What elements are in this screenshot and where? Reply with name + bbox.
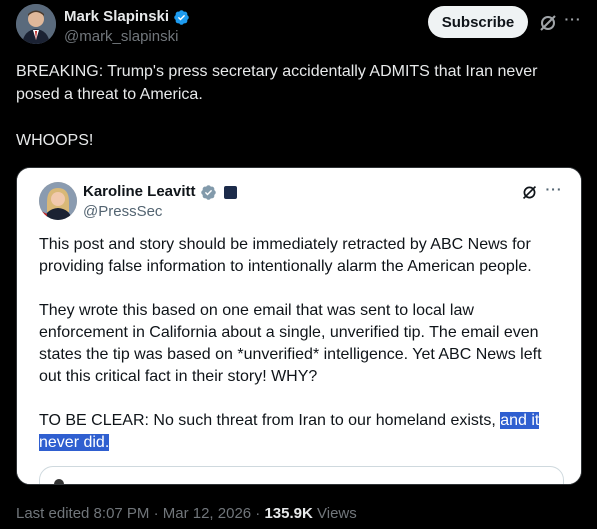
tweet-paragraph: WHOOPS! xyxy=(16,132,94,149)
edited-timestamp[interactable]: Last edited 8:07 PM · Mar 12, 2026 · xyxy=(16,505,264,522)
quoted-post: Karoline Leavitt @PressSec ··· This post… xyxy=(17,168,581,484)
embedded-screenshot[interactable]: Karoline Leavitt @PressSec ··· This post… xyxy=(16,167,582,485)
quoted-paragraph: TO BE CLEAR: No such threat from Iran to… xyxy=(39,410,564,454)
quoted-avatar xyxy=(39,182,77,220)
views-label: Views xyxy=(312,505,357,522)
grok-icon[interactable] xyxy=(538,13,558,33)
subscribe-button[interactable]: Subscribe xyxy=(428,6,528,38)
quoted-author-name: Karoline Leavitt xyxy=(83,183,196,200)
gray-verified-badge-icon xyxy=(200,184,216,200)
post-header: Mark Slapinski @mark_slapinski Subscribe… xyxy=(16,4,585,48)
author-block: Mark Slapinski @mark_slapinski xyxy=(64,8,190,47)
avatar[interactable] xyxy=(16,4,56,44)
government-badge-icon xyxy=(223,185,237,199)
nested-avatar xyxy=(54,479,64,484)
views-count: 135.9K xyxy=(264,505,313,522)
quoted-author-handle: @PressSec xyxy=(83,203,163,220)
post-metadata: Last edited 8:07 PM · Mar 12, 2026 · 135… xyxy=(16,505,357,523)
quoted-paragraph-text: TO BE CLEAR: No such threat from Iran to… xyxy=(39,412,501,429)
more-options-icon[interactable]: ··· xyxy=(563,12,583,32)
tweet-text: BREAKING: Trump's press secretary accide… xyxy=(16,60,576,175)
more-options-icon: ··· xyxy=(545,181,563,197)
verified-badge-icon xyxy=(174,9,189,25)
quoted-paragraph: This post and story should be immediatel… xyxy=(39,236,532,275)
author-name[interactable]: Mark Slapinski xyxy=(64,8,169,26)
nested-card xyxy=(39,466,564,484)
quoted-paragraph: They wrote this based on one email that … xyxy=(39,302,542,385)
quoted-text: This post and story should be immediatel… xyxy=(39,234,564,476)
grok-icon xyxy=(522,185,537,200)
tweet-paragraph: BREAKING: Trump's press secretary accide… xyxy=(16,63,538,103)
author-handle[interactable]: @mark_slapinski xyxy=(64,27,190,47)
quoted-author-block: Karoline Leavitt @PressSec xyxy=(83,183,237,221)
